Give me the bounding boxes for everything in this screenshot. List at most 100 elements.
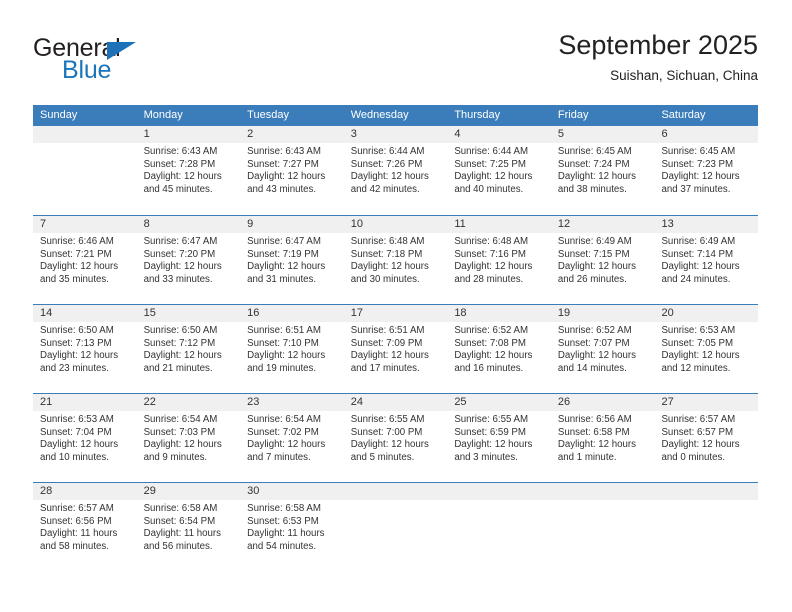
daylight-text: Daylight: 12 hours and 10 minutes.: [40, 439, 119, 463]
day-cell[interactable]: 6 Sunrise: 6:45 AM Sunset: 7:23 PM Daylight…: [654, 126, 759, 215]
day-number: [447, 483, 551, 500]
sunrise-text: Sunrise: 6:50 AM: [143, 325, 218, 336]
sunrise-text: Sunrise: 6:44 AM: [350, 146, 425, 157]
sunset-text: Sunset: 7:10 PM: [247, 337, 319, 349]
day-cell[interactable]: 7 Sunrise: 6:46 AM Sunset: 7:21 PM Daylight…: [33, 216, 137, 304]
daylight-text: Daylight: 12 hours and 7 minutes.: [247, 439, 326, 463]
calendar-grid: Sunday Monday Tuesday Wednesday Thursday Frid…: [33, 105, 759, 571]
day-cell[interactable]: 18 Sunrise: 6:52 AM Sunset: 7:08 PM Dayligh…: [447, 305, 551, 393]
daylight-text: Daylight: 12 hours and 35 minutes.: [40, 261, 119, 285]
day-cell[interactable]: 2 Sunrise: 6:43 AM Sunset: 7:27 PM Daylight…: [240, 126, 344, 215]
day-number: 27: [654, 394, 759, 411]
sunrise-text: Sunrise: 6:43 AM: [247, 146, 321, 157]
sunset-text: Sunset: 7:13 PM: [40, 337, 112, 349]
day-cell[interactable]: 24 Sunrise: 6:55 AM Sunset: 7:00 PM Dayligh…: [343, 394, 448, 482]
day-details: Sunrise: 6:50 AM Sunset: 7:13 PM Daylight:…: [33, 322, 137, 375]
daylight-text: Daylight: 12 hours and 26 minutes.: [557, 261, 636, 285]
sunrise-text: Sunrise: 6:52 AM: [454, 325, 529, 336]
day-number: 30: [240, 483, 344, 500]
day-details: Sunrise: 6:43 AM Sunset: 7:28 PM Daylight:…: [137, 143, 241, 196]
day-number: [654, 483, 759, 500]
daylight-text: Daylight: 12 hours and 28 minutes.: [454, 261, 533, 285]
day-details: Sunrise: 6:45 AM Sunset: 7:23 PM Daylight:…: [654, 143, 758, 196]
day-cell[interactable]: 22 Sunrise: 6:54 AM Sunset: 7:03 PM Dayligh…: [136, 394, 241, 482]
day-cell[interactable]: 12 Sunrise: 6:49 AM Sunset: 7:15 PM Dayligh…: [550, 216, 655, 304]
day-cell[interactable]: 21 Sunrise: 6:53 AM Sunset: 7:04 PM Dayligh…: [33, 394, 137, 482]
day-cell[interactable]: 8 Sunrise: 6:47 AM Sunset: 7:20 PM Daylight…: [136, 216, 241, 304]
logo-text-blue: Blue: [62, 56, 112, 84]
daylight-text: Daylight: 12 hours and 24 minutes.: [661, 261, 740, 285]
day-cell[interactable]: 25 Sunrise: 6:55 AM Sunset: 6:59 PM Dayligh…: [447, 394, 551, 482]
day-number: 14: [33, 305, 137, 322]
sunrise-text: Sunrise: 6:58 AM: [247, 503, 321, 514]
day-details: Sunrise: 6:45 AM Sunset: 7:24 PM Daylight:…: [551, 143, 655, 196]
day-cell[interactable]: 29 Sunrise: 6:58 AM Sunset: 6:54 PM Dayligh…: [136, 483, 241, 571]
day-details: Sunrise: 6:53 AM Sunset: 7:04 PM Daylight:…: [33, 411, 137, 464]
day-details: Sunrise: 6:55 AM Sunset: 6:59 PM Daylight:…: [447, 411, 551, 464]
day-cell[interactable]: 26 Sunrise: 6:56 AM Sunset: 6:58 PM Dayligh…: [550, 394, 655, 482]
day-details: Sunrise: 6:49 AM Sunset: 7:15 PM Daylight:…: [551, 233, 655, 286]
day-cell[interactable]: 3 Sunrise: 6:44 AM Sunset: 7:26 PM Daylight…: [343, 126, 448, 215]
day-cell[interactable]: 11 Sunrise: 6:48 AM Sunset: 7:16 PM Dayligh…: [447, 216, 551, 304]
sunset-text: Sunset: 6:54 PM: [143, 515, 216, 527]
day-cell[interactable]: 14 Sunrise: 6:50 AM Sunset: 7:13 PM Dayligh…: [33, 305, 137, 393]
calendar-page: General Blue September 2025 Suishan, Sic…: [0, 0, 792, 612]
day-cell-empty: [447, 483, 551, 571]
day-number: 19: [550, 305, 655, 322]
day-details: Sunrise: 6:51 AM Sunset: 7:10 PM Daylight:…: [240, 322, 344, 375]
sunset-text: Sunset: 6:53 PM: [247, 515, 319, 527]
day-cell[interactable]: 27 Sunrise: 6:57 AM Sunset: 6:57 PM Dayligh…: [654, 394, 759, 482]
daylight-text: Daylight: 12 hours and 37 minutes.: [661, 171, 740, 195]
day-cell[interactable]: 16 Sunrise: 6:51 AM Sunset: 7:10 PM Dayligh…: [240, 305, 344, 393]
page-header: General Blue September 2025 Suishan, Sic…: [33, 28, 758, 94]
day-number: 25: [447, 394, 551, 411]
day-number: 15: [136, 305, 241, 322]
day-cell[interactable]: 23 Sunrise: 6:54 AM Sunset: 7:02 PM Dayligh…: [240, 394, 344, 482]
sunrise-text: Sunrise: 6:57 AM: [661, 414, 736, 425]
daylight-text: Daylight: 12 hours and 14 minutes.: [557, 350, 636, 374]
day-number: 1: [136, 126, 241, 143]
sunrise-text: Sunrise: 6:51 AM: [247, 325, 321, 336]
daylight-text: Daylight: 11 hours and 54 minutes.: [247, 528, 325, 552]
day-cell[interactable]: 5 Sunrise: 6:45 AM Sunset: 7:24 PM Daylight…: [550, 126, 655, 215]
daylight-text: Daylight: 12 hours and 3 minutes.: [454, 439, 533, 463]
sunrise-text: Sunrise: 6:53 AM: [661, 325, 736, 336]
day-cell[interactable]: 30 Sunrise: 6:58 AM Sunset: 6:53 PM Dayligh…: [240, 483, 344, 571]
daylight-text: Daylight: 12 hours and 0 minutes.: [661, 439, 740, 463]
daylight-text: Daylight: 12 hours and 38 minutes.: [557, 171, 636, 195]
sunset-text: Sunset: 7:25 PM: [454, 158, 526, 170]
sunset-text: Sunset: 7:03 PM: [143, 426, 216, 438]
day-details: Sunrise: 6:44 AM Sunset: 7:25 PM Daylight:…: [447, 143, 551, 196]
sunrise-text: Sunrise: 6:48 AM: [454, 236, 529, 247]
day-cell-empty: [654, 483, 759, 571]
day-number: 17: [343, 305, 448, 322]
sunrise-text: Sunrise: 6:44 AM: [454, 146, 529, 157]
day-details: Sunrise: 6:50 AM Sunset: 7:12 PM Daylight:…: [137, 322, 241, 375]
day-number: 2: [240, 126, 344, 143]
daylight-text: Daylight: 12 hours and 43 minutes.: [247, 171, 326, 195]
calendar-week-row: 21 Sunrise: 6:53 AM Sunset: 7:04 PM Dayligh…: [33, 393, 759, 482]
day-cell[interactable]: 9 Sunrise: 6:47 AM Sunset: 7:19 PM Daylight…: [240, 216, 344, 304]
day-cell[interactable]: 20 Sunrise: 6:53 AM Sunset: 7:05 PM Dayligh…: [654, 305, 759, 393]
day-cell[interactable]: 17 Sunrise: 6:51 AM Sunset: 7:09 PM Dayligh…: [343, 305, 448, 393]
weekday-header-sunday: Sunday: [40, 109, 78, 121]
weekday-header-monday: Monday: [143, 109, 183, 121]
weekday-header-tuesday: Tuesday: [247, 109, 289, 121]
sunrise-text: Sunrise: 6:45 AM: [557, 146, 632, 157]
day-cell[interactable]: 1 Sunrise: 6:43 AM Sunset: 7:28 PM Daylight…: [136, 126, 241, 215]
sunset-text: Sunset: 7:02 PM: [247, 426, 319, 438]
weekday-header-row: Sunday Monday Tuesday Wednesday Thursday Frid…: [33, 105, 758, 126]
day-details: Sunrise: 6:51 AM Sunset: 7:09 PM Daylight:…: [344, 322, 448, 375]
day-cell[interactable]: 4 Sunrise: 6:44 AM Sunset: 7:25 PM Daylight…: [447, 126, 551, 215]
calendar-weeks: 1 Sunrise: 6:43 AM Sunset: 7:28 PM Daylight…: [33, 126, 759, 571]
general-blue-logo: General Blue: [33, 34, 213, 86]
day-cell[interactable]: 10 Sunrise: 6:48 AM Sunset: 7:18 PM Dayligh…: [343, 216, 448, 304]
day-cell[interactable]: 15 Sunrise: 6:50 AM Sunset: 7:12 PM Dayligh…: [136, 305, 241, 393]
day-cell[interactable]: 13 Sunrise: 6:49 AM Sunset: 7:14 PM Dayligh…: [654, 216, 759, 304]
day-number: 18: [447, 305, 551, 322]
sunrise-text: Sunrise: 6:45 AM: [661, 146, 736, 157]
day-cell[interactable]: 19 Sunrise: 6:52 AM Sunset: 7:07 PM Dayligh…: [550, 305, 655, 393]
sunrise-text: Sunrise: 6:56 AM: [557, 414, 632, 425]
day-cell[interactable]: 28 Sunrise: 6:57 AM Sunset: 6:56 PM Dayligh…: [33, 483, 137, 571]
day-number: 4: [447, 126, 551, 143]
